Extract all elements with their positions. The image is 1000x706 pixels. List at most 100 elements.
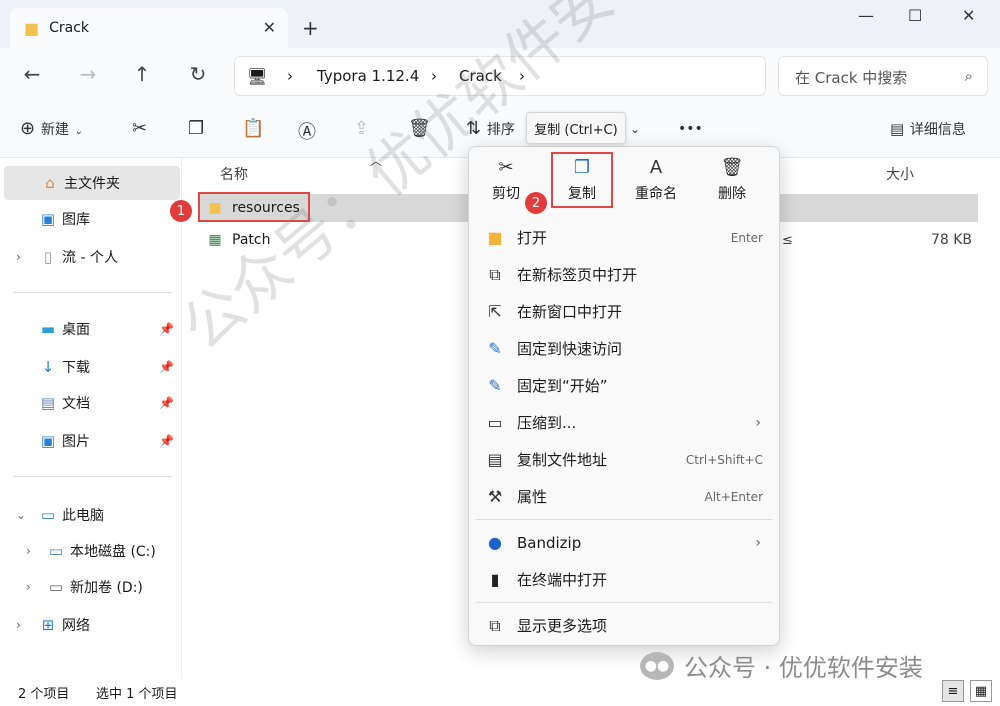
breadcrumb-crack[interactable]: Crack: [459, 67, 502, 85]
close-window-button[interactable]: ✕: [962, 6, 975, 25]
menu-item-label: 固定到快速访问: [517, 340, 623, 358]
plus-circle-icon: ⊕: [20, 118, 36, 139]
breadcrumb-typora[interactable]: Typora 1.12.4: [317, 67, 419, 85]
chevron-right-icon[interactable]: ›: [26, 544, 31, 558]
chevron-down-icon: ⌄: [74, 126, 83, 137]
menu-item-pin-quick-access[interactable]: ✎ 固定到快速访问: [469, 330, 779, 367]
sidebar-item-drive-c[interactable]: › ▭ 本地磁盘 (C:): [0, 534, 180, 568]
menu-item-open[interactable]: ■ 打开 Enter: [469, 219, 779, 256]
new-window-icon: ⇱: [488, 302, 502, 321]
search-input[interactable]: 在 Crack 中搜索 ⌕: [778, 56, 988, 96]
menu-item-label: 在新窗口中打开: [517, 303, 623, 321]
navigation-pane: ⌂ 主文件夹 ▣ 图库 › ▯ 流 - 个人 ▬ 桌面 📌 ↓ 下载 📌 ▤ 文…: [0, 158, 182, 678]
back-icon[interactable]: ←: [20, 62, 44, 86]
sidebar-label: 本地磁盘 (C:): [70, 544, 156, 560]
forward-icon[interactable]: →: [76, 62, 100, 86]
menu-item-label: 在终端中打开: [517, 571, 608, 589]
details-button[interactable]: ▤ 详细信息: [890, 118, 966, 139]
menu-item-pin-start[interactable]: ✎ 固定到“开始”: [469, 367, 779, 404]
delete-button[interactable]: 🗑: [408, 118, 431, 139]
sidebar-item-gallery[interactable]: ▣ 图库: [0, 202, 180, 236]
step-badge-1: 1: [170, 200, 192, 222]
paste-button[interactable]: 📋: [242, 118, 264, 139]
view-dropdown[interactable]: ⌄: [630, 122, 640, 136]
chevron-right-icon[interactable]: ›: [16, 250, 21, 264]
sidebar-item-personal[interactable]: › ▯ 流 - 个人: [0, 240, 180, 274]
tab-title: Crack: [49, 20, 90, 36]
quick-action-delete[interactable]: 🗑 删除: [701, 157, 763, 203]
menu-item-label: 显示更多选项: [517, 617, 608, 635]
sidebar-item-home[interactable]: ⌂ 主文件夹: [4, 166, 180, 200]
file-name: Patch: [232, 232, 271, 248]
menu-item-copy-path[interactable]: ▤ 复制文件地址 Ctrl+Shift+C: [469, 441, 779, 478]
new-button[interactable]: ⊕ 新建 ⌄: [20, 118, 83, 139]
folder-icon: ■: [24, 18, 40, 38]
quick-action-label: 删除: [718, 186, 746, 202]
menu-item-label: 固定到“开始”: [517, 377, 608, 395]
minimize-button[interactable]: —: [858, 6, 874, 25]
menu-item-properties[interactable]: ⚒ 属性 Alt+Enter: [469, 478, 779, 515]
chevron-right-icon[interactable]: ›: [16, 618, 21, 632]
menu-item-show-more[interactable]: ⧉ 显示更多选项: [469, 607, 779, 644]
sidebar-label: 图片: [62, 434, 90, 450]
item-count: 2 个项目: [18, 687, 70, 702]
menu-item-label: 压缩到...: [517, 414, 577, 432]
sort-label: 排序: [486, 122, 515, 138]
sidebar-item-downloads[interactable]: ↓ 下载 📌: [0, 350, 180, 384]
details-view-button[interactable]: ≡: [942, 680, 964, 702]
chevron-down-icon[interactable]: ⌄: [16, 508, 26, 522]
documents-icon: ▤: [40, 394, 56, 412]
pictures-icon: ▣: [40, 432, 56, 450]
quick-action-rename[interactable]: A 重命名: [625, 157, 687, 203]
pin-icon[interactable]: 📌: [159, 434, 174, 448]
copy-button[interactable]: ❐: [188, 118, 204, 139]
search-icon: ⌕: [964, 67, 973, 85]
tiles-view-button[interactable]: ▦: [970, 680, 992, 702]
drive-icon: ▭: [48, 542, 64, 560]
pin-icon[interactable]: 📌: [159, 322, 174, 336]
rename-button[interactable]: Ⓐ: [298, 118, 316, 144]
address-bar[interactable]: 🖥 › Typora 1.12.4 › Crack ›: [234, 56, 766, 96]
sidebar-item-desktop[interactable]: ▬ 桌面 📌: [0, 312, 180, 346]
new-tab-button[interactable]: +: [302, 16, 319, 40]
tab-crack[interactable]: ■ Crack ✕: [10, 8, 288, 48]
share-button[interactable]: ⇪: [354, 118, 369, 139]
menu-item-compress[interactable]: ▭ 压缩到... ›: [469, 404, 779, 441]
sidebar-item-documents[interactable]: ▤ 文档 📌: [0, 386, 180, 420]
clipboard-icon: 📋: [242, 118, 265, 139]
chevron-right-icon[interactable]: ›: [26, 580, 31, 594]
sort-icon: ⇅: [466, 118, 482, 139]
pin-icon[interactable]: 📌: [159, 396, 174, 410]
search-placeholder: 在 Crack 中搜索: [795, 69, 908, 87]
cut-button[interactable]: ✂: [132, 118, 147, 139]
menu-item-open-terminal[interactable]: ▮ 在终端中打开: [469, 561, 779, 598]
more-options-icon: ⧉: [489, 615, 501, 635]
refresh-icon[interactable]: ↻: [186, 62, 210, 86]
sort-button[interactable]: ⇅ 排序: [466, 118, 515, 139]
more-options-icon[interactable]: •••: [678, 121, 703, 137]
trash-icon: 🗑: [408, 118, 431, 139]
up-icon[interactable]: ↑: [130, 62, 154, 86]
menu-item-open-new-tab[interactable]: ⧉ 在新标签页中打开: [469, 256, 779, 293]
network-icon: ⊞: [41, 616, 55, 634]
column-header-size[interactable]: 大小: [886, 164, 914, 184]
scissors-icon: ✂: [498, 157, 514, 178]
sidebar-item-drive-d[interactable]: › ▭ 新加卷 (D:): [0, 570, 180, 604]
pin-icon[interactable]: 📌: [159, 360, 174, 374]
menu-item-shortcut: Alt+Enter: [704, 489, 763, 504]
highlight-box-copy: [551, 152, 613, 208]
sidebar-item-this-pc[interactable]: ⌄ ▭ 此电脑: [0, 498, 180, 532]
menu-item-bandizip[interactable]: ● Bandizip ›: [469, 524, 779, 561]
breadcrumb-separator[interactable]: ›: [287, 67, 293, 85]
share-icon: ⇪: [354, 118, 370, 139]
maximize-button[interactable]: ☐: [908, 6, 922, 25]
menu-item-label: 属性: [517, 488, 548, 506]
breadcrumb-separator[interactable]: ›: [431, 67, 437, 85]
sidebar-item-network[interactable]: › ⊞ 网络: [0, 608, 180, 642]
menu-item-open-new-window[interactable]: ⇱ 在新窗口中打开: [469, 293, 779, 330]
new-label: 新建: [40, 122, 69, 138]
column-header-name[interactable]: 名称: [220, 164, 248, 184]
breadcrumb-separator[interactable]: ›: [519, 67, 525, 85]
close-tab-icon[interactable]: ✕: [263, 18, 276, 37]
sidebar-item-pictures[interactable]: ▣ 图片 📌: [0, 424, 180, 458]
